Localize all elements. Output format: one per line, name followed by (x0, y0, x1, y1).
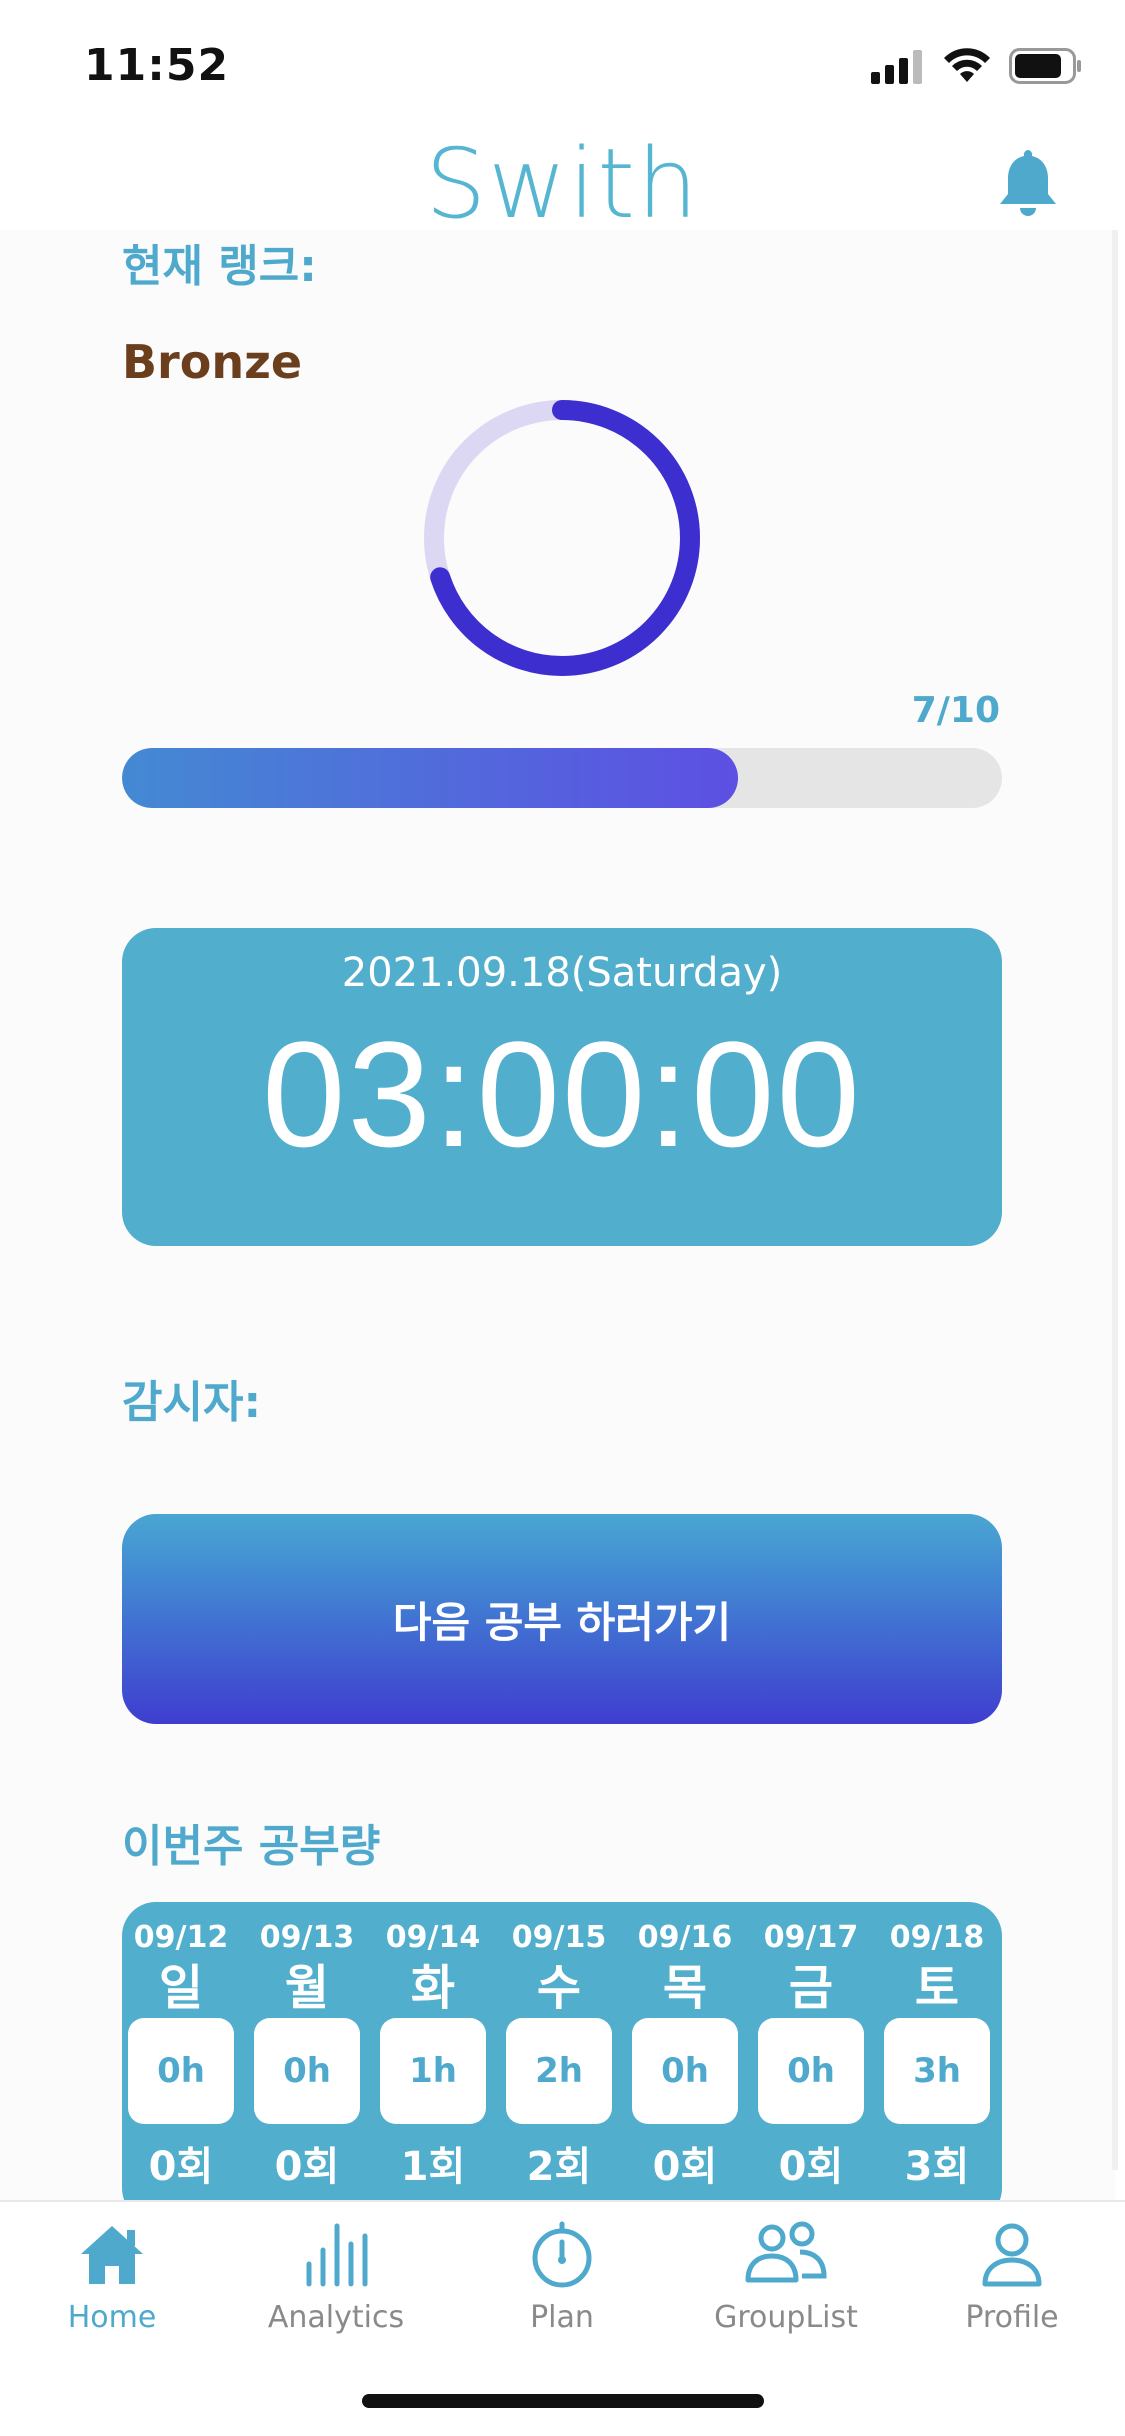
rank-progress-ring (424, 400, 700, 676)
day-count: 0회 (148, 2144, 214, 2190)
tab-plan[interactable]: Plan (462, 2220, 662, 2370)
monitor-label: 감시자: (122, 1377, 262, 1428)
app-title: Swith (425, 128, 700, 240)
next-study-button[interactable]: 다음 공부 하러가기 (122, 1514, 1002, 1724)
day-count: 0회 (652, 2144, 718, 2190)
current-rank-label: 현재 랭크: (122, 241, 317, 292)
home-icon (81, 2226, 143, 2284)
scrollbar[interactable] (1112, 230, 1118, 2170)
day-column: 09/14 화 1h 1회 (378, 1902, 488, 2200)
day-column: 09/18 토 3h 3회 (882, 1902, 992, 2200)
weekly-study-label: 이번주 공부량 (122, 1821, 381, 1872)
status-bar: 11:52 (0, 0, 1125, 135)
status-time: 11:52 (84, 40, 230, 91)
timer-clock: 03:00:00 (262, 1010, 862, 1178)
day-name: 금 (788, 1960, 834, 2016)
tab-label: Home (67, 2300, 157, 2335)
app-header: Swith (0, 120, 1125, 240)
day-count: 2회 (526, 2144, 592, 2190)
day-count: 1회 (400, 2144, 466, 2190)
tab-analytics[interactable]: Analytics (236, 2220, 436, 2370)
tab-label: Plan (530, 2300, 594, 2335)
profile-icon (982, 2223, 1042, 2287)
day-hours: 0h (254, 2018, 360, 2124)
day-column: 09/13 월 0h 0회 (252, 1902, 362, 2200)
day-hours: 0h (758, 2018, 864, 2124)
battery-icon (1009, 48, 1081, 84)
day-column: 09/16 목 0h 0회 (630, 1902, 740, 2200)
day-column: 09/17 금 0h 0회 (756, 1902, 866, 2200)
timer-card: 2021.09.18(Saturday) 03:00:00 (122, 928, 1002, 1246)
home-indicator (362, 2394, 764, 2408)
day-name: 일 (158, 1960, 204, 2016)
tab-label: Analytics (267, 2300, 405, 2335)
day-hours: 0h (632, 2018, 738, 2124)
rank-name: Bronze (122, 335, 303, 389)
day-name: 수 (536, 1960, 582, 2016)
day-name: 목 (662, 1960, 708, 2016)
rank-progress-text: 7/10 (911, 690, 1000, 731)
tab-label: Profile (965, 2300, 1059, 2335)
day-count: 0회 (274, 2144, 340, 2190)
day-column: 09/12 일 0h 0회 (126, 1902, 236, 2200)
rank-progress-bar (122, 748, 1002, 808)
wifi-icon (944, 48, 990, 82)
signal-icon (871, 50, 922, 84)
day-hours: 2h (506, 2018, 612, 2124)
day-column: 09/15 수 2h 2회 (504, 1902, 614, 2200)
tab-label: GroupList (714, 2300, 858, 2335)
day-name: 화 (410, 1960, 456, 2016)
timer-date: 2021.09.18(Saturday) (341, 950, 783, 996)
tab-home[interactable]: Home (12, 2220, 212, 2370)
tab-grouplist[interactable]: GroupList (686, 2220, 886, 2370)
day-name: 토 (914, 1960, 960, 2016)
day-count: 0회 (778, 2144, 844, 2190)
home-content[interactable]: 현재 랭크: Bronze 7/10 2021.09.18(Saturday) … (0, 230, 1115, 2200)
tab-profile[interactable]: Profile (912, 2220, 1112, 2370)
day-name: 월 (284, 1960, 330, 2016)
status-icons (871, 48, 1083, 84)
day-hours: 0h (128, 2018, 234, 2124)
analytics-icon (306, 2223, 368, 2287)
day-hours: 1h (380, 2018, 486, 2124)
rank-progress-fill (122, 748, 738, 808)
group-icon (745, 2221, 827, 2283)
bell-icon[interactable] (996, 146, 1060, 220)
stopwatch-icon (532, 2221, 592, 2288)
day-count: 3회 (904, 2144, 970, 2190)
day-hours: 3h (884, 2018, 990, 2124)
weekly-study-card: 09/12 일 0h 0회 09/13 월 0h 0회 09/14 화 1h 1… (122, 1902, 1002, 2200)
